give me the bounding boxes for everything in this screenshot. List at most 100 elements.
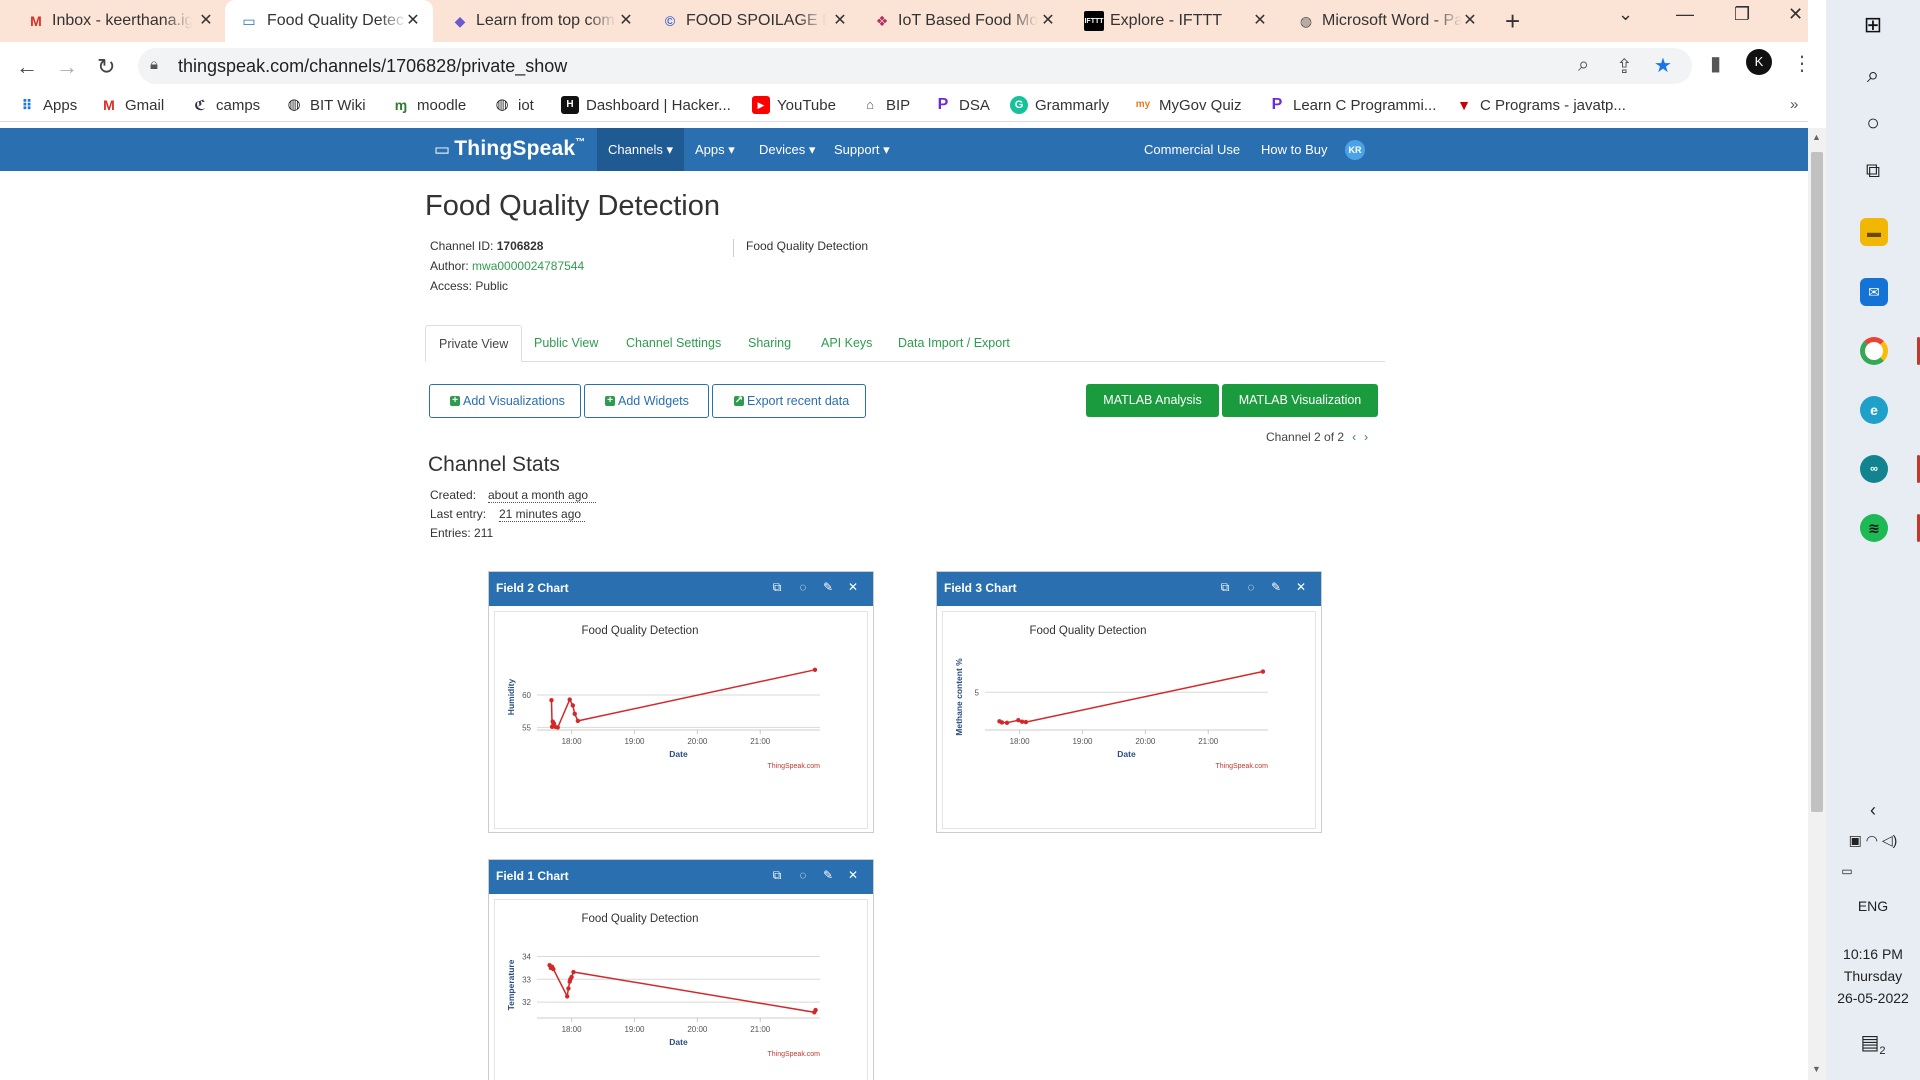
- edit-pencil-icon[interactable]: ✎: [1269, 580, 1283, 594]
- browser-tab-active[interactable]: ▭ Food Quality Detec ✕: [225, 0, 433, 42]
- bookmark-camps[interactable]: ℭcamps: [191, 96, 260, 114]
- close-tab-icon[interactable]: ✕: [830, 10, 850, 30]
- tab-api-keys[interactable]: API Keys: [808, 325, 885, 362]
- bookmark-bit-wiki[interactable]: ◍ BIT Wiki: [285, 96, 365, 114]
- close-tab-icon[interactable]: ✕: [1038, 10, 1058, 30]
- close-tab-icon[interactable]: ✕: [1460, 10, 1480, 30]
- browser-tab[interactable]: ❖ IoT Based Food Mo ✕: [872, 0, 1058, 42]
- close-icon[interactable]: ✕: [1294, 580, 1308, 594]
- battery-icon[interactable]: ▭: [1800, 864, 1894, 878]
- tab-sharing[interactable]: Sharing: [735, 325, 804, 362]
- bookmark-iot[interactable]: ◍ iot: [493, 96, 533, 114]
- bookmark-javatpoint[interactable]: ▼ C Programs - javatp...: [1455, 96, 1626, 114]
- spotify-icon[interactable]: ≋: [1860, 514, 1888, 542]
- browser-tab[interactable]: IFTTT Explore - IFTTT ✕: [1084, 0, 1270, 42]
- chrome-icon[interactable]: [1860, 337, 1888, 365]
- comment-icon[interactable]: ◌: [796, 580, 810, 594]
- bookmark-apps[interactable]: ⠿ Apps: [18, 96, 78, 114]
- close-tab-icon[interactable]: ✕: [403, 10, 423, 30]
- cortana-icon[interactable]: ○: [1826, 110, 1920, 136]
- close-tab-icon[interactable]: ✕: [616, 10, 636, 30]
- bookmark-star-icon[interactable]: ★: [1654, 53, 1672, 78]
- page-scrollbar[interactable]: ▲ ▼: [1808, 128, 1826, 1080]
- address-bar[interactable]: 🔒︎ thingspeak.com/channels/1706828/priva…: [138, 48, 1692, 84]
- minimize-icon[interactable]: —: [1676, 4, 1694, 25]
- nav-support[interactable]: Support ▾: [823, 128, 901, 171]
- new-tab-icon[interactable]: +: [1505, 6, 1520, 37]
- scroll-up-icon[interactable]: ▲: [1812, 132, 1821, 142]
- search-icon[interactable]: ⌕: [1826, 62, 1920, 88]
- side-panel-icon[interactable]: ▮: [1710, 51, 1721, 76]
- comment-icon[interactable]: ◌: [1244, 580, 1258, 594]
- bookmark-hackerrank[interactable]: H Dashboard | Hacker...: [561, 96, 731, 114]
- task-view-icon[interactable]: ⧉: [1826, 160, 1920, 183]
- url-text[interactable]: thingspeak.com/channels/1706828/private_…: [178, 56, 567, 77]
- bookmark-gmail[interactable]: M Gmail: [100, 96, 164, 114]
- add-visualizations-button[interactable]: + Add Visualizations: [429, 384, 581, 418]
- browser-tab[interactable]: ◍ Microsoft Word - Pa ✕: [1296, 0, 1480, 42]
- clock-time[interactable]: 10:16 PM: [1826, 946, 1920, 964]
- browser-tab[interactable]: M Inbox - keerthana.ig ✕: [26, 0, 216, 42]
- bookmark-grammarly[interactable]: G Grammarly: [1010, 96, 1109, 114]
- nav-commercial-use[interactable]: Commercial Use: [1144, 128, 1240, 171]
- nav-how-to-buy[interactable]: How to Buy: [1261, 128, 1327, 171]
- zoom-icon[interactable]: ⌕: [1578, 54, 1589, 77]
- bookmark-moodle[interactable]: ɱ moodle: [392, 96, 466, 114]
- bookmark-mygov-quiz[interactable]: my MyGov Quiz: [1134, 96, 1242, 114]
- browser-tab[interactable]: © FOOD SPOILAGE DE ✕: [660, 0, 850, 42]
- comment-icon[interactable]: ◌: [796, 868, 810, 882]
- author-link[interactable]: mwa0000024787544: [472, 259, 584, 273]
- tab-search-icon[interactable]: ⌄: [1618, 4, 1633, 25]
- edit-pencil-icon[interactable]: ✎: [821, 868, 835, 882]
- scroll-down-icon[interactable]: ▼: [1812, 1064, 1821, 1074]
- more-bookmarks-icon[interactable]: »: [1790, 96, 1798, 113]
- close-window-icon[interactable]: ✕: [1788, 4, 1803, 25]
- bookmark-bip[interactable]: ⌂ BIP: [861, 96, 910, 114]
- nav-channels[interactable]: Channels ▾: [597, 128, 685, 171]
- close-icon[interactable]: ✕: [846, 580, 860, 594]
- close-tab-icon[interactable]: ✕: [196, 10, 216, 30]
- x-tick-label: 21:00: [1198, 737, 1219, 746]
- chevron-left-icon[interactable]: ‹: [1352, 430, 1356, 444]
- add-widgets-button[interactable]: + Add Widgets: [584, 384, 709, 418]
- scrollbar-thumb[interactable]: [1811, 152, 1823, 812]
- external-link-icon[interactable]: ⧉: [770, 580, 784, 595]
- reload-icon[interactable]: ↻: [97, 54, 115, 80]
- bookmark-learn-c[interactable]: P Learn C Programmi...: [1268, 96, 1437, 114]
- external-link-icon[interactable]: ⧉: [1218, 580, 1232, 595]
- file-explorer-icon[interactable]: ▬: [1860, 218, 1888, 246]
- back-icon[interactable]: ←: [16, 54, 38, 80]
- bookmark-youtube[interactable]: ▶ YouTube: [752, 96, 836, 114]
- tab-private-view[interactable]: Private View: [425, 325, 523, 362]
- forward-icon[interactable]: →: [56, 54, 78, 80]
- language-indicator[interactable]: ENG: [1826, 898, 1920, 914]
- windows-start-icon[interactable]: ⊞: [1826, 12, 1920, 38]
- browser-tab[interactable]: ◆ Learn from top com ✕: [450, 0, 636, 42]
- close-tab-icon[interactable]: ✕: [1250, 10, 1270, 30]
- thingspeak-logo[interactable]: ▭ ThingSpeak™: [434, 137, 586, 161]
- close-icon[interactable]: ✕: [846, 868, 860, 882]
- export-recent-data-button[interactable]: ↗ Export recent data: [712, 384, 866, 418]
- tab-public-view[interactable]: Public View: [521, 325, 611, 362]
- arduino-icon[interactable]: ∞: [1860, 455, 1888, 483]
- chevron-right-icon[interactable]: ›: [1364, 430, 1368, 444]
- external-link-icon[interactable]: ⧉: [770, 868, 784, 883]
- profile-avatar-icon[interactable]: K: [1746, 49, 1772, 75]
- edge-icon[interactable]: e: [1860, 396, 1888, 424]
- notification-center-icon[interactable]: ▤2: [1826, 1030, 1920, 1057]
- tab-channel-settings[interactable]: Channel Settings: [613, 325, 734, 362]
- edit-pencil-icon[interactable]: ✎: [821, 580, 835, 594]
- restore-icon[interactable]: ❐: [1734, 4, 1750, 25]
- matlab-analysis-button[interactable]: MATLAB Analysis: [1086, 384, 1219, 417]
- user-avatar[interactable]: KR: [1345, 140, 1365, 160]
- chevron-left-icon[interactable]: ‹: [1826, 800, 1920, 821]
- matlab-visualization-button[interactable]: MATLAB Visualization: [1222, 384, 1378, 417]
- menu-kebab-icon[interactable]: ⋮: [1792, 51, 1808, 76]
- mail-icon[interactable]: ✉: [1860, 278, 1888, 306]
- bookmark-dsa[interactable]: P DSA: [934, 96, 990, 114]
- tab-data-import-export[interactable]: Data Import / Export: [885, 325, 1023, 362]
- nav-apps[interactable]: Apps ▾: [684, 128, 746, 171]
- system-tray-icons[interactable]: ▣ ◠ ◁): [1826, 832, 1920, 849]
- share-icon[interactable]: ⇪: [1616, 54, 1633, 79]
- nav-devices[interactable]: Devices ▾: [748, 128, 826, 171]
